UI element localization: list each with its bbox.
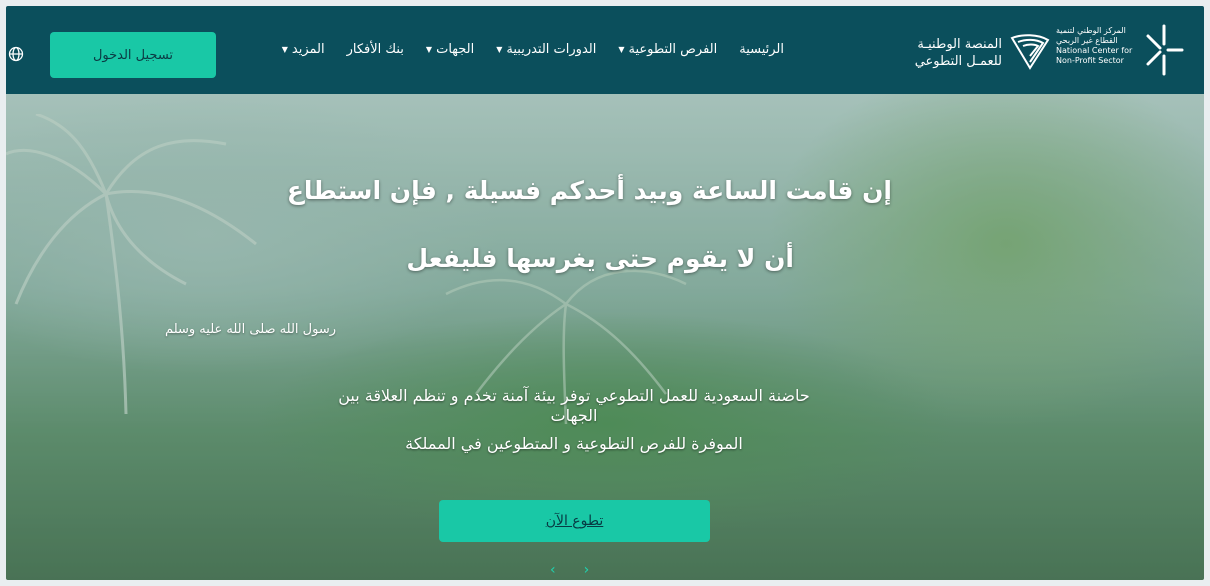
platform-name-line2: للعمـل التطوعي bbox=[914, 54, 1002, 69]
hero-description-line2: الجهات bbox=[550, 406, 598, 425]
chevron-down-icon: ▼ bbox=[618, 45, 625, 54]
login-button[interactable]: تسجيل الدخول bbox=[50, 32, 216, 78]
carousel-arrows: ‹ › bbox=[550, 562, 589, 578]
chevron-down-icon: ▼ bbox=[496, 45, 503, 54]
hero-attribution: رسول الله صلى الله عليه وسلم bbox=[165, 322, 336, 337]
chevron-down-icon: ▼ bbox=[425, 45, 433, 54]
nav-item-home[interactable]: الرئيسية bbox=[739, 42, 784, 57]
chevron-left-icon[interactable]: ‹ bbox=[550, 562, 556, 578]
center-name: المركز الوطني لتنمية القطاع غير الربحي N… bbox=[1056, 26, 1136, 66]
nav-item-entities-label: الجهات bbox=[436, 42, 475, 57]
platform-name-line1: المنصة الوطنيـة bbox=[917, 37, 1002, 52]
nav-item-ideas-bank[interactable]: بنك الأفكار bbox=[347, 42, 404, 57]
chevron-right-icon[interactable]: › bbox=[584, 562, 590, 578]
chevron-down-icon: ▼ bbox=[281, 45, 288, 54]
nav-item-home-label: الرئيسية bbox=[739, 42, 784, 57]
nav-item-entities[interactable]: الجهات ▼ bbox=[426, 42, 474, 57]
site-logo[interactable]: المركز الوطني لتنمية القطاع غير الربحي N… bbox=[894, 6, 1194, 94]
platform-name: المنصة الوطنيـة للعمـل التطوعي bbox=[915, 36, 1002, 70]
site-header: المركز الوطني لتنمية القطاع غير الربحي N… bbox=[6, 6, 1204, 94]
nav-item-opportunities-label: الفرص التطوعية bbox=[628, 42, 718, 57]
nav-item-courses[interactable]: الدورات التدريبية ▼ bbox=[496, 42, 596, 57]
platform-wave-icon bbox=[1010, 34, 1050, 70]
main-nav: الرئيسية الفرص التطوعية ▼ الدورات التدري… bbox=[282, 42, 784, 57]
volunteer-now-button[interactable]: تطوع الآن bbox=[439, 500, 710, 542]
nav-item-more[interactable]: المزيد ▼ bbox=[282, 42, 325, 57]
hero-banner: إن قامت الساعة وبيد أحدكم فسيلة , فإن اس… bbox=[6, 94, 1204, 580]
hero-description-line3: الموفرة للفرص التطوعية و المتطوعين في ال… bbox=[405, 434, 743, 453]
nav-item-courses-label: الدورات التدريبية bbox=[506, 42, 597, 57]
hero-description: حاضنة السعودية للعمل التطوعي توفر بيئة آ… bbox=[274, 386, 874, 454]
hero-quote-line2: أن لا يقوم حتى يغرسها فليفعل bbox=[406, 244, 794, 273]
hero-quote-line1: إن قامت الساعة وبيد أحدكم فسيلة , فإن اس… bbox=[286, 176, 892, 205]
nav-item-opportunities[interactable]: الفرص التطوعية ▼ bbox=[618, 42, 717, 57]
hero-description-line1: حاضنة السعودية للعمل التطوعي توفر بيئة آ… bbox=[338, 386, 810, 405]
globe-icon[interactable] bbox=[8, 46, 24, 62]
nav-item-more-label: المزيد bbox=[291, 42, 325, 57]
ncnp-star-icon bbox=[1146, 24, 1184, 76]
page-frame: المركز الوطني لتنمية القطاع غير الربحي N… bbox=[6, 6, 1204, 580]
center-name-ar: المركز الوطني لتنمية القطاع غير الربحي bbox=[1056, 26, 1126, 45]
nav-item-ideas-bank-label: بنك الأفكار bbox=[346, 42, 404, 57]
center-name-en: National Center for Non-Profit Sector bbox=[1056, 46, 1133, 65]
